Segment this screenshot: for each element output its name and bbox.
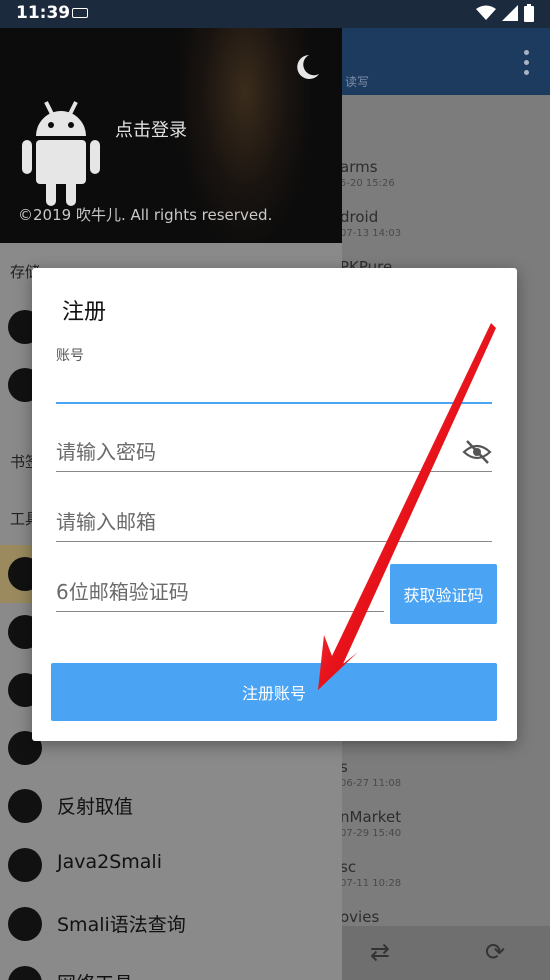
toolbar-subtitle: 读写	[345, 75, 370, 89]
list-item[interactable]: arms 5-20 15:26	[340, 158, 550, 189]
bottom-toolbar: ⇄ ⟳	[340, 926, 550, 980]
login-link[interactable]: 点击登录	[115, 116, 187, 142]
drawer-item-reflect[interactable]: 反射取值	[0, 777, 342, 835]
java-icon	[8, 848, 42, 882]
drawer-header: 点击登录 ©2019 吹牛儿. All rights reserved.	[0, 28, 342, 243]
register-dialog: 注册 账号 获取验证码 注册账号	[32, 268, 517, 741]
account-label: 账号	[56, 348, 84, 364]
night-mode-icon[interactable]	[292, 52, 322, 82]
signal-icon	[502, 5, 518, 21]
password-field	[56, 433, 492, 472]
toggle-password-visibility-icon[interactable]	[462, 437, 492, 467]
drawer-item-label: Java2Smali	[57, 851, 162, 873]
drawer-item-java2smali[interactable]: Java2Smali	[0, 836, 342, 894]
account-input[interactable]	[56, 364, 492, 402]
globe-icon	[8, 966, 42, 980]
refresh-icon[interactable]: ⟳	[485, 938, 505, 966]
status-time: 11:39	[16, 3, 71, 23]
list-item[interactable]: nMarket 07-29 15:40	[340, 808, 550, 839]
drawer-item-label: Smali语法查询	[57, 914, 186, 936]
status-bar: 11:39	[0, 0, 550, 28]
list-item[interactable]: ovies	[340, 908, 550, 928]
list-item[interactable]: s 06-27 11:08	[340, 758, 550, 789]
account-field	[56, 364, 492, 404]
drawer-item-label: 反射取值	[57, 796, 134, 818]
code-field	[56, 573, 384, 612]
reflect-icon	[8, 789, 42, 823]
drawer-item-label: 网络工具	[57, 969, 133, 980]
register-button[interactable]: 注册账号	[51, 663, 497, 721]
password-input[interactable]	[56, 433, 492, 471]
status-icons	[476, 4, 534, 22]
get-code-button[interactable]: 获取验证码	[390, 564, 497, 624]
drawer-item-network[interactable]: 网络工具	[0, 954, 342, 980]
swap-icon[interactable]: ⇄	[370, 938, 390, 966]
wifi-icon	[476, 5, 496, 20]
smali-icon	[8, 907, 42, 941]
android-avatar-icon[interactable]	[20, 98, 102, 210]
more-menu-icon[interactable]	[524, 50, 530, 80]
dialog-title: 注册	[62, 300, 107, 325]
list-item[interactable]: droid 07-13 14:03	[340, 208, 550, 239]
keyboard-icon	[72, 8, 88, 18]
code-input[interactable]	[56, 573, 384, 611]
copyright-text: ©2019 吹牛儿. All rights reserved.	[18, 206, 273, 224]
email-field	[56, 503, 492, 542]
list-item[interactable]: sc 07-11 10:28	[340, 858, 550, 889]
drawer-item-smali[interactable]: Smali语法查询	[0, 895, 342, 953]
battery-icon	[524, 4, 534, 22]
email-input[interactable]	[56, 503, 492, 541]
